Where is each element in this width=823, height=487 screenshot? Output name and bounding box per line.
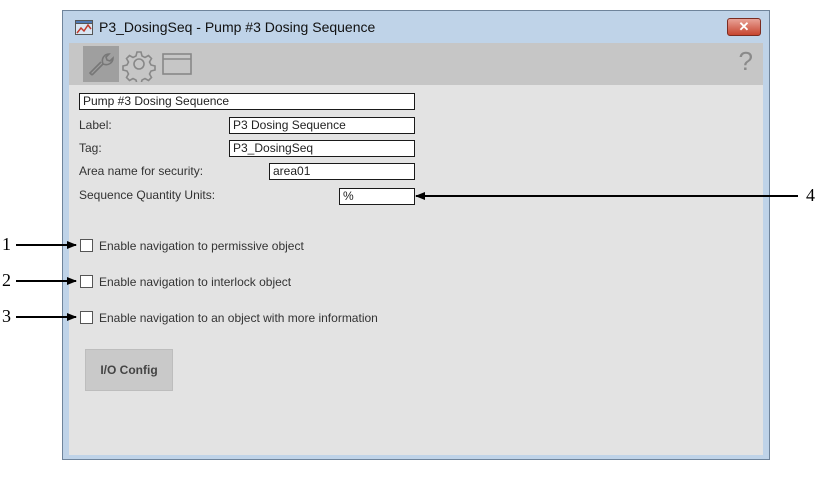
callout-arrows xyxy=(16,192,798,321)
callout-4: 4 xyxy=(806,185,815,205)
callout-1: 1 xyxy=(2,234,11,254)
callout-2: 2 xyxy=(2,270,11,290)
callout-3: 3 xyxy=(2,306,11,326)
